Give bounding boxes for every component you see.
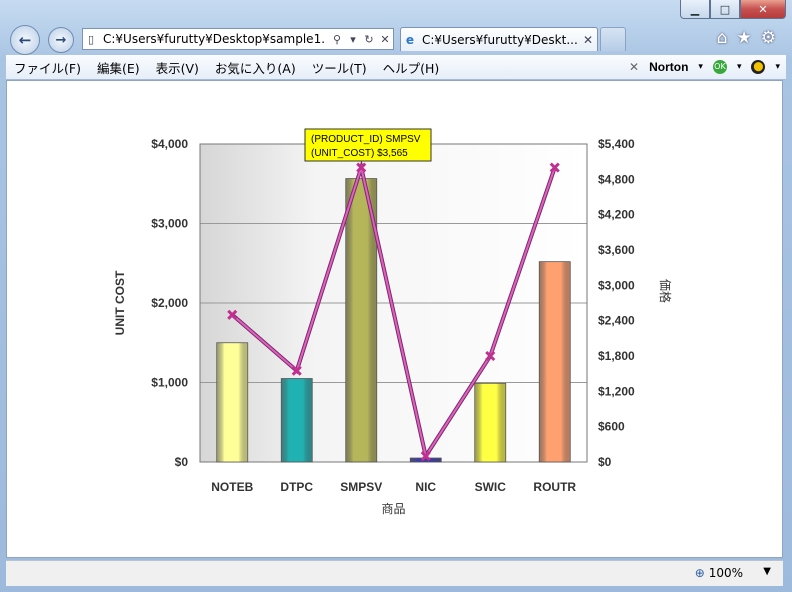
close-button[interactable]: ✕: [740, 0, 786, 19]
ie-icon: e: [405, 32, 415, 47]
y2-tick-label: $0: [598, 455, 612, 469]
address-text[interactable]: C:¥Users¥furutty¥Desktop¥sample1.: [99, 32, 329, 46]
maximize-button[interactable]: □: [710, 0, 740, 19]
gear-icon[interactable]: ⚙: [761, 28, 776, 48]
x-axis-label: 商品: [381, 501, 405, 516]
chart: $0$1,000$2,000$3,000$4,000 $0$600$1,200$…: [113, 128, 673, 516]
search-icon[interactable]: ⚲: [329, 33, 345, 46]
y2-tick-label: $1,200: [598, 384, 635, 398]
menu-tools[interactable]: ツール(T): [304, 58, 375, 77]
dropdown-icon[interactable]: ▾: [345, 33, 361, 46]
menu-file[interactable]: ファイル(F): [6, 58, 89, 77]
y2-tick-label: $4,200: [598, 208, 635, 222]
norton-safe-icon[interactable]: OK: [712, 60, 727, 74]
forward-arrow-icon: →: [55, 32, 67, 48]
x-tick-label: SMPSV: [340, 480, 382, 494]
favorites-star-icon[interactable]: ★: [737, 28, 752, 48]
y-axis-ticks: $0 $1,000 $2,000 $3,000 $4,000: [151, 137, 188, 469]
menu-edit[interactable]: 編集(E): [89, 58, 148, 77]
x-axis-ticks: NOTEB DTPC SMPSV NIC SWIC ROUTR: [211, 480, 576, 494]
y-axis-label: UNIT COST: [113, 270, 127, 335]
norton-dropdown-icon[interactable]: ▾: [698, 62, 703, 72]
home-icon[interactable]: ⌂: [717, 28, 728, 48]
back-arrow-icon: ←: [18, 31, 32, 49]
bar[interactable]: [538, 261, 571, 463]
page-icon: ▯: [87, 32, 95, 46]
y2-tick-label: $600: [598, 420, 625, 434]
tooltip: (PRODUCT_ID) SMPSV (UNIT_COST) $3,565: [304, 128, 432, 162]
y2-tick-label: $5,400: [598, 137, 635, 151]
tooltip-line2: (UNIT_COST) $3,565: [311, 148, 408, 159]
status-bar: ⊕ 100% ▼: [6, 560, 783, 586]
back-button[interactable]: ←: [10, 25, 40, 55]
identity-safe-icon[interactable]: ⬤: [751, 60, 766, 74]
address-bar[interactable]: ▯ C:¥Users¥furutty¥Desktop¥sample1. ⚲ ▾ …: [82, 28, 394, 50]
refresh-icon[interactable]: ↻: [361, 33, 377, 46]
y-tick-label: $0: [175, 455, 189, 469]
x-tick-label: NIC: [415, 480, 436, 494]
navigation-bar: ← → ▯ C:¥Users¥furutty¥Desktop¥sample1. …: [6, 24, 786, 55]
norton-logo[interactable]: Norton: [649, 60, 688, 74]
zoom-value: 100%: [708, 566, 743, 580]
tab-active[interactable]: e C:¥Users¥furutty¥Deskt... ✕: [400, 27, 598, 51]
safe-dropdown-icon[interactable]: ▾: [737, 62, 742, 72]
menu-favorites[interactable]: お気に入り(A): [207, 58, 304, 77]
x-tick-label: SWIC: [475, 480, 507, 494]
toolbar-icons: ⌂ ★ ⚙: [717, 28, 776, 48]
norton-toolbar: ✕ Norton ▾ OK ▾ ⬤ ▾: [629, 55, 780, 79]
bar[interactable]: [474, 382, 507, 463]
new-tab-button[interactable]: [600, 27, 626, 51]
y-tick-label: $1,000: [151, 376, 188, 390]
x-tick-label: ROUTR: [533, 480, 576, 494]
y2-axis-ticks: $0 $600 $1,200 $1,800 $2,400 $3,000 $3,600 $4,2…: [598, 137, 635, 469]
y2-tick-label: $2,400: [598, 314, 635, 328]
menu-help[interactable]: ヘルプ(H): [375, 58, 448, 77]
tab-title: C:¥Users¥furutty¥Deskt...: [422, 32, 578, 47]
page-content: $0 $1,000 $2,000 $3,000 $4,000 $0 $600 $1,200 $…: [6, 80, 783, 558]
zoom-dropdown-icon[interactable]: ▼: [763, 566, 771, 577]
tooltip-line1: (PRODUCT_ID) SMPSV: [311, 134, 421, 145]
stop-icon[interactable]: ✕: [377, 33, 393, 46]
y-tick-label: $3,000: [151, 217, 188, 231]
norton-close-icon[interactable]: ✕: [629, 60, 639, 74]
menu-bar: ファイル(F) 編集(E) 表示(V) お気に入り(A) ツール(T) ヘルプ(…: [6, 55, 786, 80]
window-controls: ▁ □ ✕: [680, 0, 786, 20]
zoom-level[interactable]: ⊕ 100%: [695, 566, 743, 580]
y2-tick-label: $3,600: [598, 243, 635, 257]
y2-axis-label: 価格: [658, 279, 673, 303]
x-tick-label: DTPC: [280, 480, 313, 494]
tab-close-icon[interactable]: ✕: [579, 33, 597, 47]
y-tick-label: $4,000: [151, 137, 188, 151]
bar[interactable]: [280, 378, 313, 463]
bar[interactable]: [216, 342, 249, 463]
x-tick-label: NOTEB: [211, 480, 253, 494]
y2-tick-label: $1,800: [598, 349, 635, 363]
menu-view[interactable]: 表示(V): [148, 58, 207, 77]
zoom-icon: ⊕: [694, 566, 705, 580]
identity-dropdown-icon[interactable]: ▾: [775, 62, 780, 72]
y2-tick-label: $3,000: [598, 278, 635, 292]
y2-tick-label: $4,800: [598, 172, 635, 186]
y-tick-label: $2,000: [151, 296, 188, 310]
minimize-button[interactable]: ▁: [680, 0, 710, 19]
forward-button[interactable]: →: [48, 27, 74, 53]
browser-window: ▁ □ ✕ ← → ▯ C:¥Users¥furutty¥Desktop¥sam…: [0, 0, 792, 592]
